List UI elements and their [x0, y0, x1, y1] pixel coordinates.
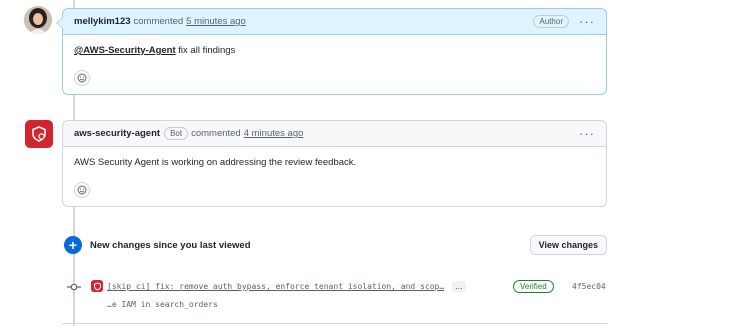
smiley-icon[interactable]	[74, 182, 90, 198]
kebab-menu-icon[interactable]: ···	[579, 15, 595, 28]
comment-author[interactable]: aws-security-agent	[74, 128, 160, 139]
comment-action: commented	[191, 128, 241, 139]
comment-mellykim123: mellykim123 commented 5 minutes ago Auth…	[56, 8, 607, 95]
view-changes-button[interactable]: View changes	[529, 235, 607, 255]
comment-timestamp[interactable]: 5 minutes ago	[186, 16, 246, 27]
commit-message-continuation: …e IAM in search_orders	[107, 300, 218, 309]
bot-badge: Bot	[164, 127, 189, 140]
comment-header: aws-security-agent Bot commented 4 minut…	[63, 121, 606, 147]
comment-caret	[56, 17, 63, 29]
new-changes-label: New changes since you last viewed	[90, 239, 251, 251]
comment-body: @AWS-Security-Agent fix all findings	[63, 35, 606, 86]
commit-sha-link[interactable]: 4f5ec04	[572, 282, 606, 291]
comment-action: commented	[133, 16, 184, 27]
smiley-icon[interactable]	[74, 70, 90, 86]
comment-timestamp[interactable]: 4 minutes ago	[244, 128, 304, 139]
expand-commit-button[interactable]: …	[452, 281, 466, 292]
kebab-menu-icon[interactable]: ···	[579, 127, 595, 140]
user-avatar[interactable]	[24, 6, 52, 34]
new-changes-row: + New changes since you last viewed View…	[64, 234, 607, 256]
comment-author[interactable]: mellykim123	[74, 16, 131, 27]
aws-security-agent-logo[interactable]	[91, 280, 103, 292]
aws-security-agent-logo[interactable]	[25, 120, 53, 148]
git-commit-icon	[67, 283, 81, 291]
divider	[62, 323, 607, 324]
comment-text: fix all findings	[175, 45, 236, 56]
user-mention[interactable]: @AWS-Security-Agent	[74, 45, 176, 56]
verified-badge[interactable]: Verified	[513, 280, 554, 293]
comment-text: AWS Security Agent is working on address…	[74, 157, 357, 168]
author-badge: Author	[533, 15, 569, 28]
comment-body: AWS Security Agent is working on address…	[63, 147, 606, 198]
comment-header: mellykim123 commented 5 minutes ago Auth…	[63, 9, 606, 35]
commit-message-link[interactable]: [skip ci] fix: remove auth bypass, enfor…	[107, 282, 444, 291]
comment-aws-security-agent: aws-security-agent Bot commented 4 minut…	[62, 120, 607, 207]
plus-circle-icon: +	[64, 236, 82, 254]
